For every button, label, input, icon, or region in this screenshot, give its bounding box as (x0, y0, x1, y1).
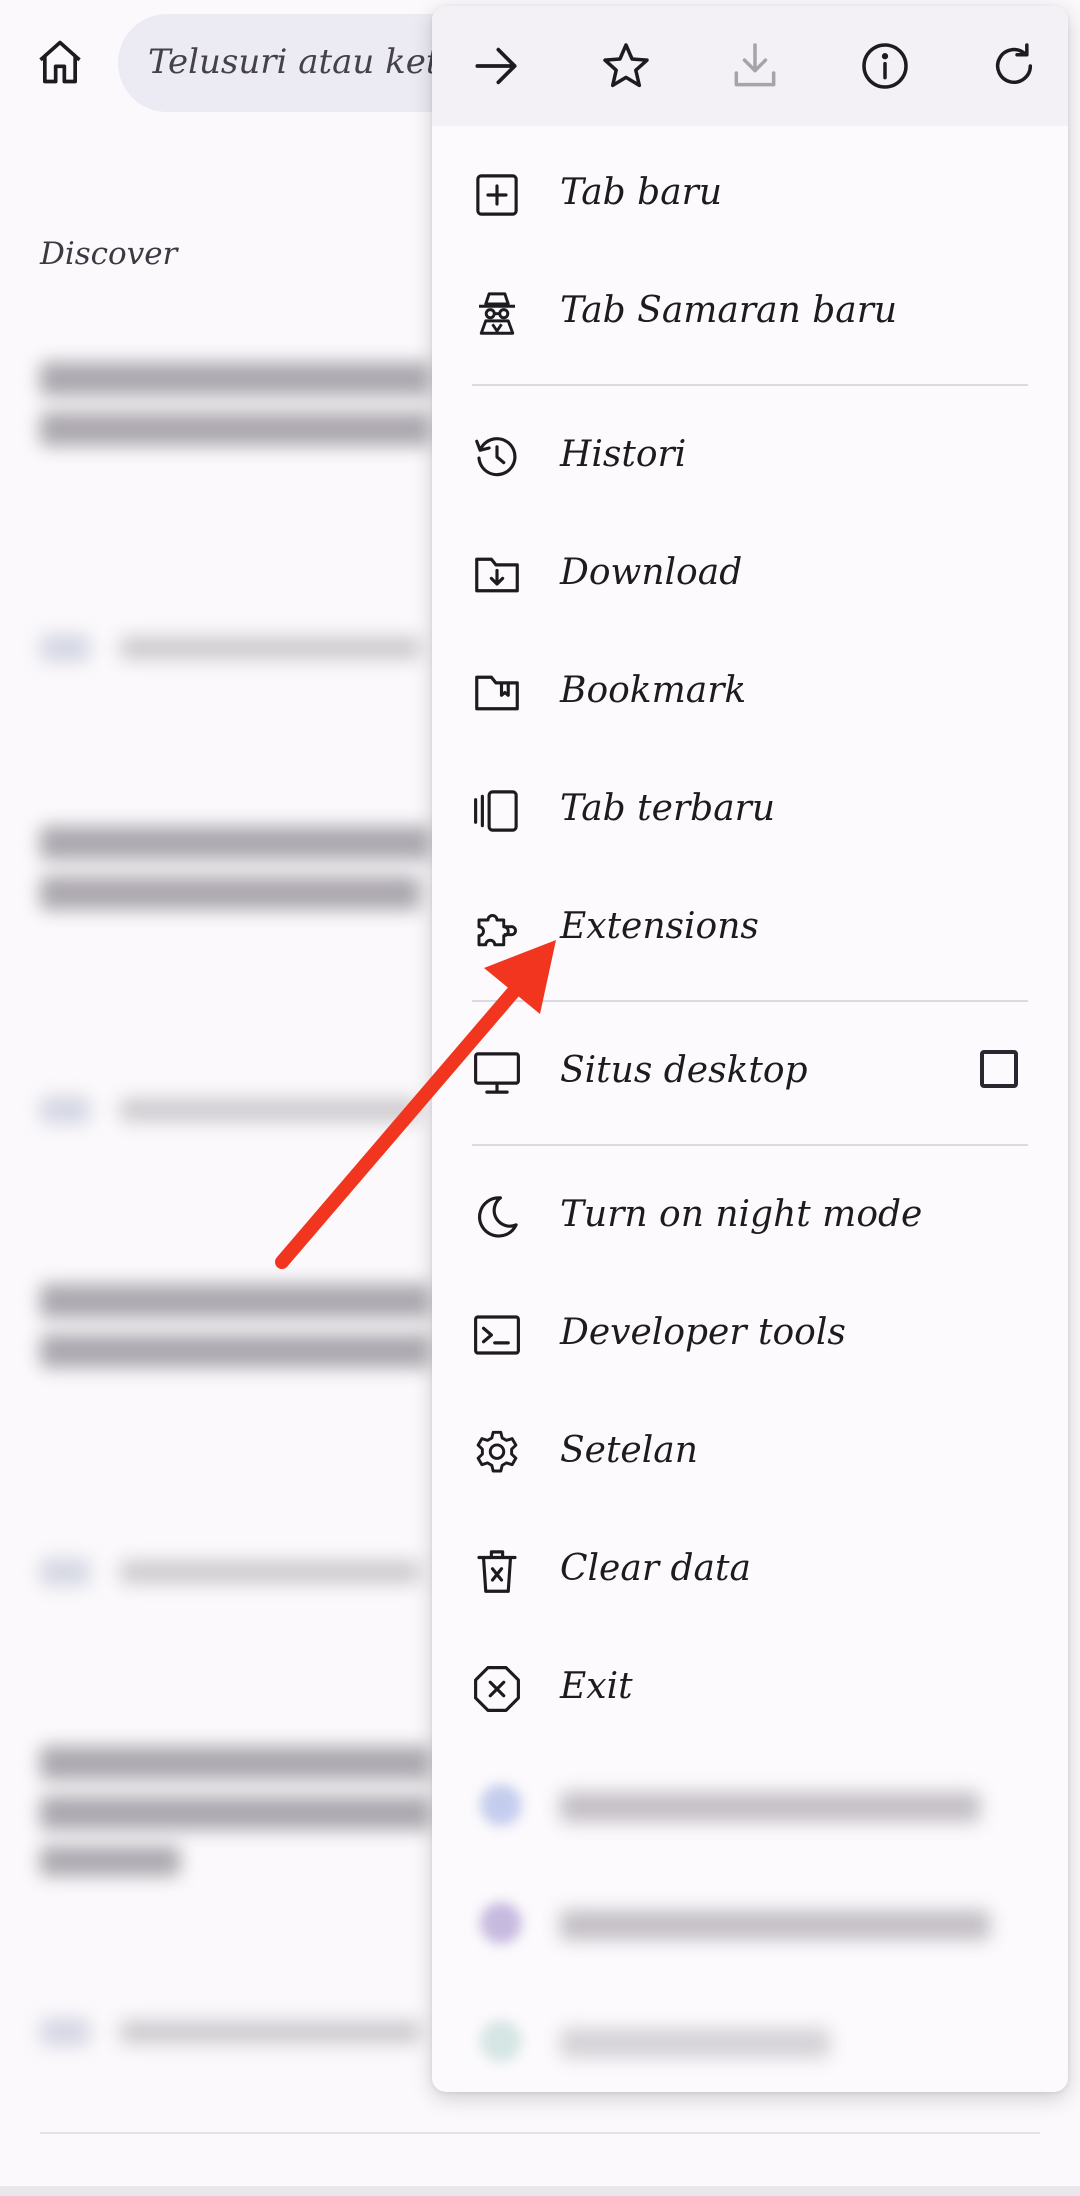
discover-heading: Discover (40, 236, 178, 272)
moon-icon (478, 1196, 518, 1238)
new-tab-icon (476, 174, 518, 216)
menu-item-blurred[interactable] (432, 1984, 1068, 2092)
menu-item-label: Clear data (560, 1548, 751, 1589)
menu-item-label: Turn on night mode (560, 1194, 923, 1235)
menu-item-bookmarks[interactable]: Bookmark (432, 634, 1068, 752)
menu-item-label: Setelan (560, 1430, 698, 1471)
menu-item-night-mode[interactable]: Turn on night mode (432, 1158, 1068, 1276)
menu-item-downloads[interactable]: Download (432, 516, 1068, 634)
menu-item-label: Tab terbaru (560, 788, 776, 829)
menu-item-exit[interactable]: Exit (432, 1630, 1068, 1748)
menu-item-blurred[interactable] (432, 1866, 1068, 1984)
desktop-site-checkbox[interactable] (980, 1050, 1018, 1088)
terminal-icon (474, 1315, 520, 1355)
menu-action-bar (432, 6, 1068, 126)
trash-icon (477, 1550, 517, 1593)
forward-button[interactable] (464, 34, 528, 98)
gear-icon (476, 1430, 518, 1473)
reload-icon (995, 43, 1033, 84)
menu-item-label: Situs desktop (560, 1050, 808, 1091)
overflow-menu: Tab baru Tab Samaran baru Histori Downlo… (432, 6, 1068, 2092)
menu-item-settings[interactable]: Setelan (432, 1394, 1068, 1512)
bottom-bar (0, 2186, 1080, 2196)
star-icon (602, 43, 649, 88)
menu-item-history[interactable]: Histori (432, 398, 1068, 516)
history-icon (475, 437, 517, 477)
menu-item-developer-tools[interactable]: Developer tools (432, 1276, 1068, 1394)
menu-item-label: Developer tools (560, 1312, 846, 1353)
menu-item-new-incognito-tab[interactable]: Tab Samaran baru (432, 254, 1068, 372)
bookmark-icon (475, 675, 519, 711)
menu-divider (472, 384, 1028, 386)
close-octagon-icon (474, 1666, 520, 1712)
menu-item-label: Tab baru (560, 172, 723, 213)
info-icon (861, 43, 908, 89)
page-info-button[interactable] (853, 34, 917, 98)
menu-item-clear-data[interactable]: Clear data (432, 1512, 1068, 1630)
download-icon (734, 43, 776, 87)
download-page-button[interactable] (723, 34, 787, 98)
home-button[interactable] (28, 30, 92, 94)
menu-item-label: Histori (560, 434, 687, 475)
bookmark-star-button[interactable] (594, 34, 658, 98)
divider (40, 2132, 1040, 2134)
home-icon (39, 40, 81, 84)
menu-item-new-tab[interactable]: Tab baru (432, 136, 1068, 254)
menu-item-label: Exit (560, 1666, 633, 1707)
downloads-icon (475, 557, 519, 593)
menu-item-desktop-site[interactable]: Situs desktop (432, 1014, 1068, 1132)
desktop-icon (474, 1052, 520, 1094)
menu-item-extensions[interactable]: Extensions (432, 870, 1068, 988)
menu-item-blurred[interactable] (432, 1748, 1068, 1866)
incognito-icon (479, 292, 515, 335)
menu-item-label: Download (560, 552, 743, 593)
menu-item-recent-tabs[interactable]: Tab terbaru (432, 752, 1068, 870)
forward-icon (475, 47, 517, 85)
reload-button[interactable] (982, 34, 1046, 98)
menu-item-label: Bookmark (560, 670, 747, 711)
menu-item-label: Tab Samaran baru (560, 290, 898, 331)
menu-divider (472, 1000, 1028, 1002)
recent-tabs-icon (474, 790, 518, 832)
puzzle-icon (477, 914, 517, 947)
menu-divider (472, 1144, 1028, 1146)
address-placeholder: Telusuri atau ketik (148, 42, 471, 82)
menu-item-label: Extensions (560, 906, 759, 947)
